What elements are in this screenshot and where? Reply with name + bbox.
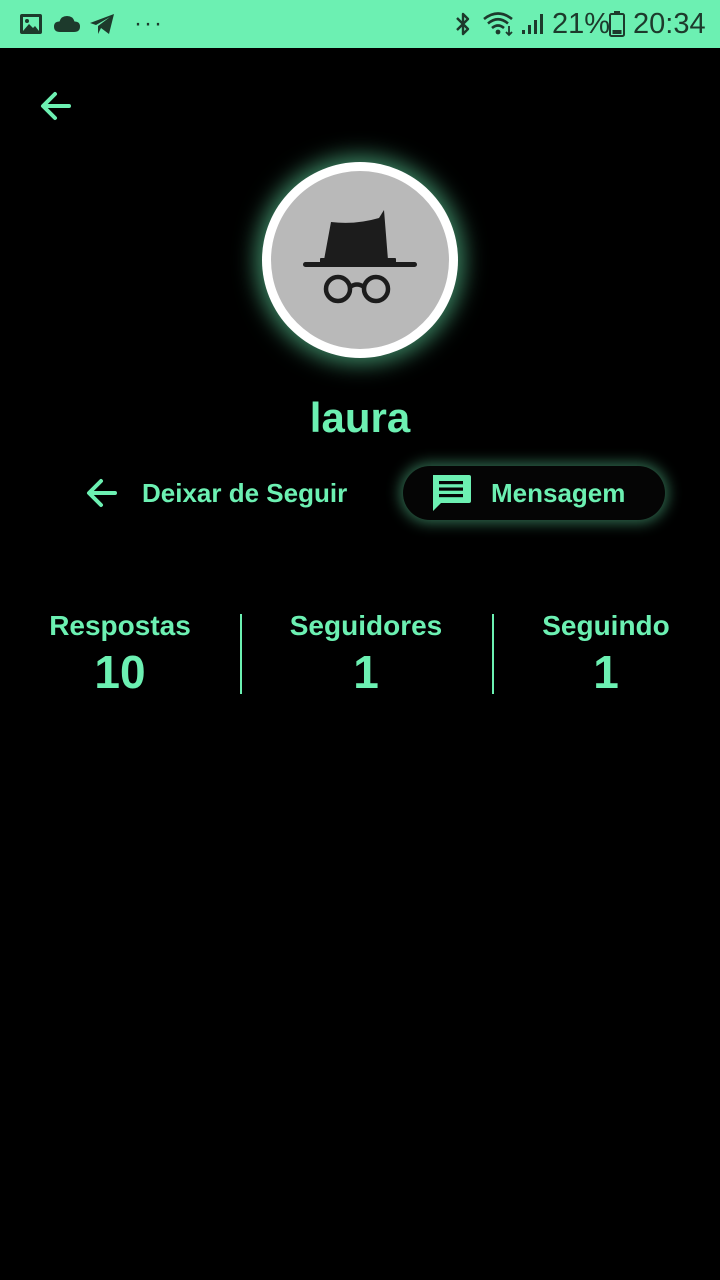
stat-respostas[interactable]: Respostas 10 [10, 606, 230, 698]
cloud-icon [52, 0, 82, 48]
arrow-left-icon [41, 92, 71, 120]
battery-icon [608, 0, 626, 48]
unfollow-label: Deixar de Seguir [142, 477, 348, 508]
chat-icon [429, 472, 473, 514]
stat-seguindo[interactable]: Seguindo 1 [496, 606, 716, 698]
status-time: 20:34 [633, 8, 706, 40]
stat-label: Seguindo [542, 610, 670, 641]
stat-label: Respostas [49, 610, 191, 641]
stat-divider [240, 614, 242, 694]
notification-overflow: ··· [134, 10, 164, 37]
battery-percentage: 21% [552, 8, 611, 40]
status-bar: ··· 21% 20:34 [0, 0, 720, 48]
message-button[interactable]: Mensagem [403, 466, 665, 520]
stat-value: 10 [94, 646, 146, 698]
arrow-left-icon [87, 479, 117, 507]
stat-value: 1 [353, 646, 379, 698]
stat-seguidores[interactable]: Seguidores 1 [256, 606, 476, 698]
incognito-icon [303, 210, 417, 304]
avatar-image [271, 171, 449, 349]
bluetooth-icon [453, 0, 473, 48]
message-label: Mensagem [491, 477, 626, 508]
stat-divider [492, 614, 494, 694]
wifi-icon [482, 0, 516, 48]
unfollow-button[interactable]: Deixar de Seguir [70, 466, 370, 520]
stat-value: 1 [593, 646, 619, 698]
profile-username: laura [309, 394, 411, 441]
avatar [262, 162, 458, 358]
back-button[interactable] [28, 78, 84, 134]
stat-label: Seguidores [289, 610, 443, 641]
telegram-icon [88, 0, 116, 48]
signal-icon [520, 0, 548, 48]
gallery-icon [18, 0, 44, 48]
